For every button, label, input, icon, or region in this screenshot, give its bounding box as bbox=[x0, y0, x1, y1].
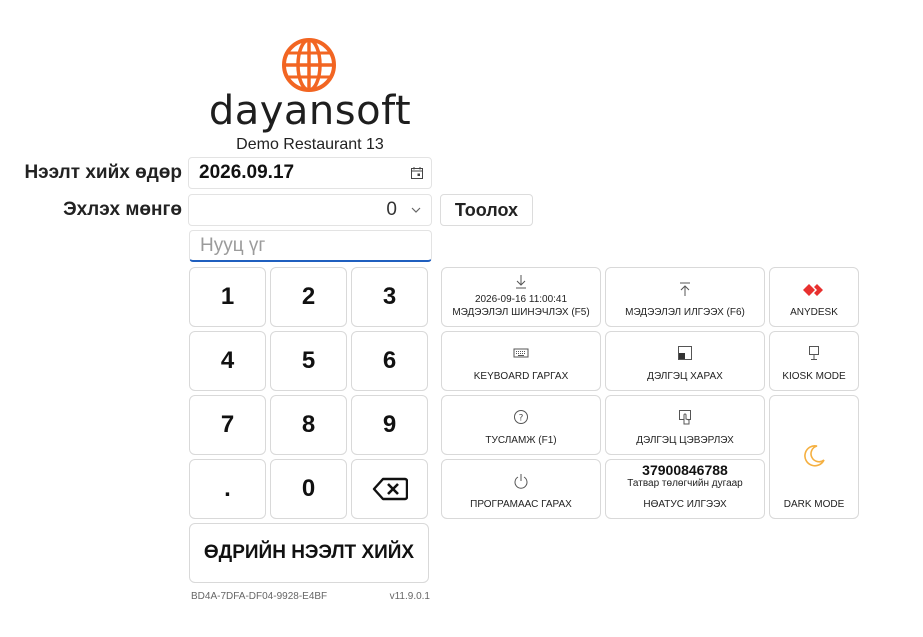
sync-data-button[interactable]: 2026-09-16 11:00:41 МЭДЭЭЛЭЛ ШИНЭЧЛЭХ (F… bbox=[441, 267, 601, 327]
open-day-button[interactable]: ӨДРИЙН НЭЭЛТ ХИЙХ bbox=[189, 523, 429, 583]
key-6[interactable]: 6 bbox=[351, 331, 428, 391]
anydesk-icon bbox=[803, 284, 823, 296]
send-vat-button[interactable]: 37900846788 Татвар төлөгчийн дугаар НӨАТ… bbox=[605, 459, 765, 519]
svg-text:?: ? bbox=[519, 414, 524, 424]
upload-icon bbox=[680, 282, 690, 296]
key-8[interactable]: 8 bbox=[270, 395, 347, 455]
keyboard-label: KEYBOARD ГАРГАХ bbox=[473, 371, 569, 382]
power-icon bbox=[514, 474, 528, 489]
key-3[interactable]: 3 bbox=[351, 267, 428, 327]
anydesk-label: ANYDESK bbox=[790, 307, 838, 318]
password-input[interactable]: Нууц үг bbox=[189, 230, 432, 262]
last-sync-time: 2026-09-16 11:00:41 bbox=[474, 294, 568, 305]
exit-program-button[interactable]: ПРОГРАМААС ГАРАХ bbox=[441, 459, 601, 519]
key-7[interactable]: 7 bbox=[189, 395, 266, 455]
moon-icon bbox=[804, 444, 825, 467]
money-label: Эхлэх мөнгө bbox=[63, 199, 182, 220]
key-9[interactable]: 9 bbox=[351, 395, 428, 455]
upload-label: МЭДЭЭЛЭЛ ИЛГЭЭХ (F6) bbox=[625, 307, 745, 318]
screen-icon bbox=[678, 346, 692, 360]
count-button[interactable]: Тоолох bbox=[440, 194, 533, 226]
key-1[interactable]: 1 bbox=[189, 267, 266, 327]
help-icon: ? bbox=[514, 410, 528, 424]
show-keyboard-button[interactable]: KEYBOARD ГАРГАХ bbox=[441, 331, 601, 391]
key-dot[interactable]: . bbox=[189, 459, 266, 519]
backspace-key[interactable] bbox=[351, 459, 428, 519]
kiosk-icon bbox=[809, 346, 819, 360]
money-value: 0 bbox=[386, 199, 397, 220]
backspace-icon bbox=[372, 477, 408, 501]
kiosk-mode-button[interactable]: KIOSK MODE bbox=[769, 331, 859, 391]
starting-money-field[interactable]: 0 bbox=[188, 194, 432, 226]
restaurant-name: Demo Restaurant 13 bbox=[236, 136, 384, 153]
dark-mode-label: DARK MODE bbox=[783, 499, 845, 510]
chevron-down-icon[interactable] bbox=[411, 206, 421, 214]
key-4[interactable]: 4 bbox=[189, 331, 266, 391]
device-id: BD4A-7DFA-DF04-9928-E4BF bbox=[191, 591, 328, 602]
anydesk-button[interactable]: ANYDESK bbox=[769, 267, 859, 327]
clean-screen-button[interactable]: ДЭЛГЭЦ ЦЭВЭРЛЭХ bbox=[605, 395, 765, 455]
key-0[interactable]: 0 bbox=[270, 459, 347, 519]
upload-data-button[interactable]: МЭДЭЭЛЭЛ ИЛГЭЭХ (F6) bbox=[605, 267, 765, 327]
key-5[interactable]: 5 bbox=[270, 331, 347, 391]
screen-view-label: ДЭЛГЭЦ ХАРАХ bbox=[647, 371, 723, 382]
touch-screen-icon bbox=[679, 410, 691, 425]
dark-mode-button[interactable]: DARK MODE bbox=[769, 395, 859, 519]
app-version: v11.9.0.1 bbox=[389, 591, 430, 602]
brand-name: dayansoft bbox=[208, 88, 412, 134]
calendar-icon[interactable] bbox=[411, 167, 423, 179]
taxpayer-number-label: Татвар төлөгчийн дугаар bbox=[627, 478, 743, 489]
keyboard-icon bbox=[513, 348, 529, 358]
key-2[interactable]: 2 bbox=[270, 267, 347, 327]
screen-clean-label: ДЭЛГЭЦ ЦЭВЭРЛЭХ bbox=[636, 435, 734, 446]
download-icon bbox=[516, 275, 526, 289]
kiosk-label: KIOSK MODE bbox=[782, 371, 846, 382]
taxpayer-number: 37900846788 bbox=[642, 462, 728, 478]
dayansoft-logo-icon bbox=[282, 38, 336, 92]
date-label: Нээлт хийх өдөр bbox=[24, 162, 182, 183]
help-label: ТУСЛАМЖ (F1) bbox=[485, 435, 557, 446]
help-button[interactable]: ? ТУСЛАМЖ (F1) bbox=[441, 395, 601, 455]
date-value: 2026.09.17 bbox=[199, 162, 295, 183]
send-vat-label: НӨАТУС ИЛГЭЭХ bbox=[643, 499, 727, 510]
date-field[interactable]: 2026.09.17 bbox=[188, 157, 432, 189]
exit-label: ПРОГРАМААС ГАРАХ bbox=[470, 499, 572, 510]
sync-label: МЭДЭЭЛЭЛ ШИНЭЧЛЭХ (F5) bbox=[452, 307, 590, 318]
view-screen-button[interactable]: ДЭЛГЭЦ ХАРАХ bbox=[605, 331, 765, 391]
